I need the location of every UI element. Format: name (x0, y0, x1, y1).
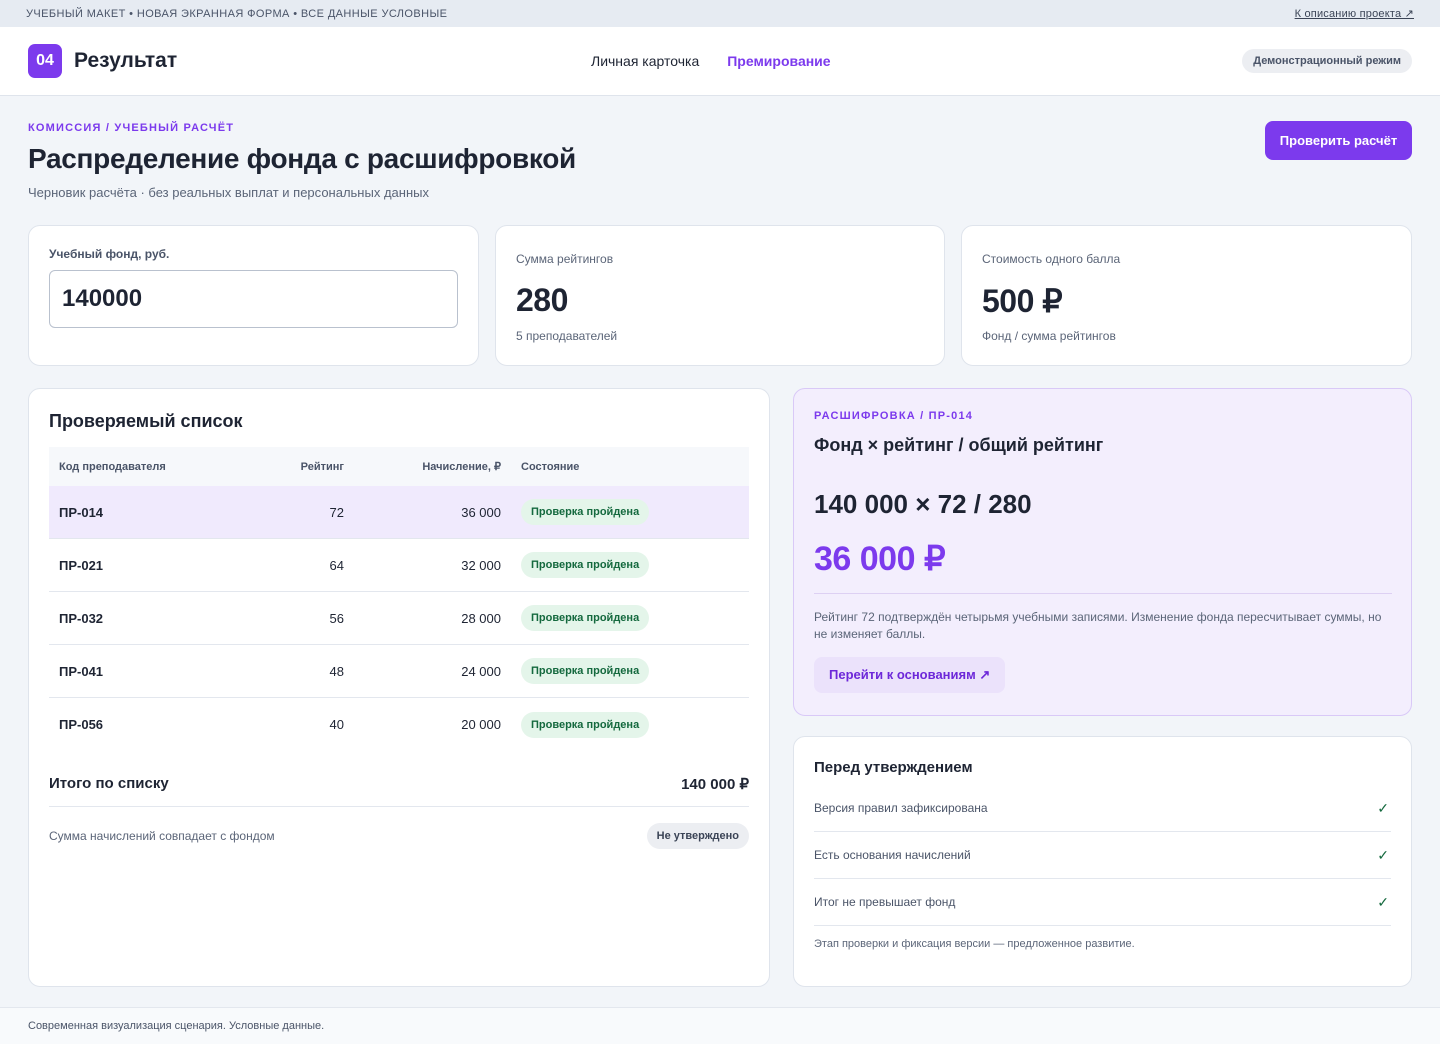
point-cost-card: Стоимость одного балла 500 ₽ Фонд / сумм… (961, 225, 1412, 366)
notice-text: УЧЕБНЫЙ МАКЕТ • НОВАЯ ЭКРАННАЯ ФОРМА • В… (26, 7, 448, 20)
checklist-item-label: Версия правил зафиксирована (814, 801, 988, 815)
footer-text: Современная визуализация сценария. Услов… (28, 1020, 325, 1032)
check-icon: ✓ (1377, 846, 1389, 863)
breakdown-eyebrow: РАСШИФРОВКА / ПР-014 (814, 410, 974, 422)
fund-match-row: Сумма начислений совпадает с фондом Не у… (49, 822, 749, 850)
checklist-item: Есть основания начислений ✓ (814, 832, 1391, 879)
check-calculation-button[interactable]: Проверить расчёт (1265, 121, 1412, 160)
column-header-amount[interactable]: Начисление, ₽ (344, 460, 501, 473)
point-cost-label: Стоимость одного балла (982, 252, 1121, 266)
breakdown-formula: Фонд × рейтинг / общий рейтинг (814, 435, 1104, 455)
column-header-code[interactable]: Код преподавателя (49, 461, 244, 473)
step-badge: 04 (28, 44, 62, 78)
checked-list-card: Проверяемый список Код преподавателя Рей… (28, 388, 770, 987)
fund-card: Учебный фонд, руб. (28, 225, 479, 366)
approval-status-badge: Не утверждено (646, 823, 749, 849)
breakdown-explanation: Рейтинг 72 подтверждён четырьмя учебными… (814, 610, 1382, 641)
status-badge: Проверка пройдена (521, 499, 650, 525)
app-title: Результат (74, 49, 178, 72)
top-notice-bar: УЧЕБНЫЙ МАКЕТ • НОВАЯ ЭКРАННАЯ ФОРМА • В… (0, 0, 1440, 27)
page-footer: Современная визуализация сценария. Услов… (0, 1007, 1440, 1044)
point-cost-note: Фонд / сумма рейтингов (982, 329, 1116, 343)
nav-item-bonuses[interactable]: Премирование (727, 53, 830, 69)
row-code: ПР-021 (59, 557, 104, 573)
table-row[interactable]: ПР-056 40 20 000 Проверка пройдена (49, 698, 749, 751)
row-rating: 72 (329, 504, 344, 520)
point-cost-value: 500 ₽ (982, 283, 1063, 319)
row-amount: 32 000 (461, 557, 501, 573)
column-header-status[interactable]: Состояние (501, 461, 579, 473)
teachers-count-note: 5 преподавателей (516, 329, 618, 343)
row-code: ПР-041 (59, 663, 104, 679)
ratings-sum-card: Сумма рейтингов 280 5 преподавателей (495, 225, 945, 366)
fund-label: Учебный фонд, руб. (49, 247, 170, 261)
page-subtitle: Черновик расчёта · без реальных выплат и… (28, 185, 429, 200)
pre-approval-card: Перед утверждением Версия правил зафикси… (793, 736, 1412, 987)
checklist-item-label: Есть основания начислений (814, 848, 971, 862)
status-badge: Проверка пройдена (521, 605, 650, 631)
table-header: Код преподавателя Рейтинг Начисление, ₽ … (49, 447, 749, 486)
row-rating: 40 (329, 717, 344, 732)
ratings-sum-label: Сумма рейтингов (516, 252, 614, 266)
status-badge: Проверка пройдена (521, 658, 650, 684)
status-badge: Проверка пройдена (521, 552, 650, 578)
row-code: ПР-014 (59, 504, 104, 520)
row-code: ПР-056 (59, 717, 104, 732)
row-amount: 28 000 (461, 610, 501, 626)
fund-match-text: Сумма начислений совпадает с фондом (49, 829, 275, 843)
row-rating: 64 (329, 557, 344, 573)
nav-item-personal-card[interactable]: Личная карточка (591, 53, 699, 69)
go-to-grounds-link[interactable]: Перейти к основаниям ↗ (814, 657, 1006, 693)
column-header-rating[interactable]: Рейтинг (244, 461, 344, 473)
list-total-row: Итого по списку 140 000 ₽ (49, 761, 749, 807)
ratings-sum-value: 280 (516, 282, 568, 318)
breadcrumb: КОМИССИЯ / УЧЕБНЫЙ РАСЧЁТ (28, 122, 235, 134)
row-amount: 24 000 (461, 663, 501, 679)
table-row[interactable]: ПР-032 56 28 000 Проверка пройдена (49, 592, 749, 645)
page-title: Распределение фонда с расшифровкой (28, 143, 576, 174)
breakdown-expression: 140 000 × 72 / 280 (814, 489, 1032, 519)
breakdown-result: 36 000 ₽ (814, 540, 946, 578)
checklist-item-label: Итог не превышает фонд (814, 895, 956, 909)
checklist-item: Итог не превышает фонд ✓ (814, 879, 1391, 926)
total-value: 140 000 ₽ (681, 775, 749, 793)
status-badge: Проверка пройдена (521, 711, 650, 738)
row-rating: 48 (329, 663, 344, 679)
table-row[interactable]: ПР-041 48 24 000 Проверка пройдена (49, 645, 749, 698)
accruals-table: Код преподавателя Рейтинг Начисление, ₽ … (49, 447, 749, 751)
check-icon: ✓ (1377, 799, 1389, 816)
breakdown-divider (814, 593, 1392, 594)
fund-input[interactable] (49, 270, 458, 328)
row-amount: 36 000 (461, 504, 501, 520)
breakdown-card: РАСШИФРОВКА / ПР-014 Фонд × рейтинг / об… (793, 388, 1412, 716)
table-row[interactable]: ПР-021 64 32 000 Проверка пройдена (49, 539, 749, 592)
row-rating: 56 (329, 610, 344, 626)
main-nav: Личная карточка Премирование (591, 53, 831, 69)
list-title: Проверяемый список (49, 411, 243, 431)
pre-approval-title: Перед утверждением (814, 759, 973, 776)
check-icon: ✓ (1377, 893, 1389, 910)
total-label: Итого по списку (49, 775, 169, 792)
row-code: ПР-032 (59, 610, 104, 626)
demo-mode-badge: Демонстрационный режим (1242, 49, 1412, 73)
pre-approval-note: Этап проверки и фиксация версии — предло… (814, 938, 1135, 950)
checklist-item: Версия правил зафиксирована ✓ (814, 785, 1391, 832)
row-amount: 20 000 (461, 717, 501, 732)
pre-approval-checklist: Версия правил зафиксирована ✓ Есть основ… (814, 785, 1391, 926)
app-header: 04 Результат Личная карточка Премировани… (0, 27, 1440, 96)
project-description-link[interactable]: К описанию проекта ↗ (1295, 7, 1414, 20)
table-row[interactable]: ПР-014 72 36 000 Проверка пройдена (49, 486, 749, 539)
